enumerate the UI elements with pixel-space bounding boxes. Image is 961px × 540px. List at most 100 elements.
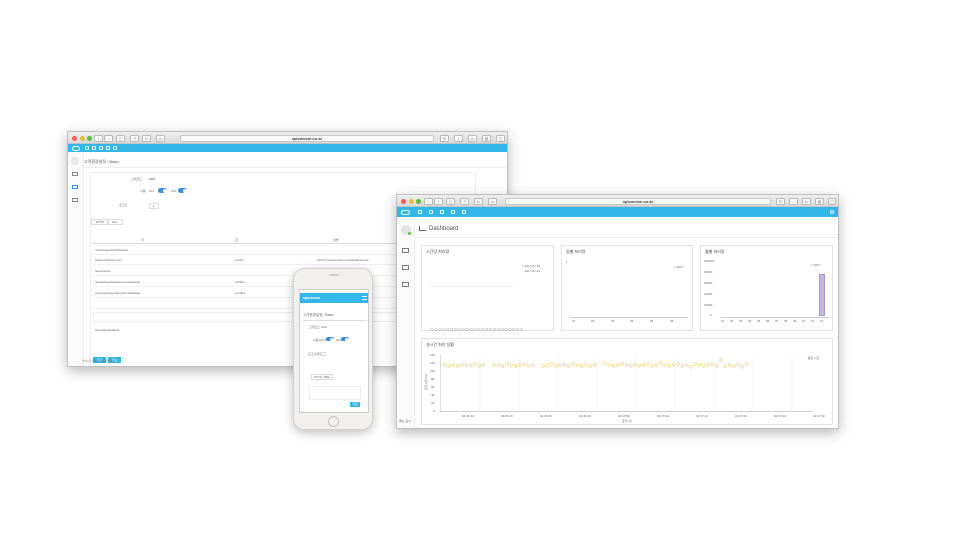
sidebar [68, 152, 84, 366]
tab-ssl[interactable]: SSL [107, 219, 123, 225]
response-point [723, 364, 727, 368]
legend-item[interactable]: ● 2017 [811, 263, 820, 267]
settings-icon[interactable] [451, 210, 455, 214]
hourly-point [446, 328, 450, 331]
maximize-window-button[interactable] [416, 198, 421, 204]
laptop-icon[interactable] [402, 282, 409, 287]
maximize-window-button[interactable] [87, 135, 92, 141]
info-icon[interactable] [440, 210, 444, 214]
y-tick-label: 40 [431, 393, 435, 397]
hourly-point [473, 328, 477, 331]
info-icon[interactable] [99, 146, 103, 150]
x-tick-label: 04 [748, 319, 752, 323]
save-button[interactable]: 저장 [350, 402, 360, 407]
response-point [659, 361, 663, 365]
lock-icon [692, 198, 701, 205]
response-point [554, 364, 558, 368]
tab-overview-icon[interactable]: ▭ [802, 197, 811, 205]
share-icon[interactable]: ↗ [130, 134, 139, 142]
list-icon[interactable] [113, 146, 117, 150]
reader-icon[interactable]: ▤ [815, 197, 824, 205]
response-point [736, 363, 740, 367]
share-icon[interactable]: ↗ [460, 197, 469, 205]
response-point [460, 363, 464, 367]
reader-icon[interactable]: ▤ [482, 134, 491, 142]
downloads-icon[interactable]: ↓ [789, 197, 798, 205]
brand-logo[interactable]: spicmeem [303, 296, 320, 300]
home-icon[interactable] [85, 146, 89, 150]
login-input[interactable]: 1 [149, 203, 159, 209]
http-toggle[interactable] [326, 337, 334, 342]
laptop-icon[interactable] [72, 198, 78, 202]
response-point [443, 363, 447, 367]
address-bar[interactable]: spicmeem.co.kr [505, 197, 771, 205]
tab-overview-icon[interactable]: ▭ [468, 134, 477, 142]
hourly-point [434, 328, 438, 331]
home-button[interactable] [328, 416, 339, 427]
close-window-button[interactable] [72, 135, 77, 141]
bookmark-icon[interactable]: ▭ [488, 197, 497, 205]
list-icon[interactable] [462, 210, 466, 214]
december-bar[interactable] [819, 274, 825, 316]
close-window-button[interactable] [401, 198, 406, 204]
address-bar[interactable]: spicmeem.co.kr [180, 134, 434, 142]
search-icon[interactable] [830, 210, 834, 214]
y-tick-label: 100 [430, 369, 436, 373]
hourly-point [516, 328, 520, 331]
legend-item[interactable]: ● 2017 [674, 265, 683, 269]
legend-item[interactable]: ● 2017-07-18 [522, 264, 540, 268]
response-point [451, 363, 456, 367]
response-point [509, 363, 513, 367]
minimize-window-button[interactable] [79, 135, 85, 141]
laptop-icon[interactable] [72, 172, 78, 176]
tabs-icon[interactable]: ▭ [142, 134, 151, 142]
y-tick-label: 100000 [704, 259, 715, 263]
cell-key: associatrasedtrate [95, 328, 120, 332]
extensions-icon[interactable]: ▢ [496, 134, 505, 142]
forward-button[interactable]: › [434, 197, 443, 205]
minimize-window-button[interactable] [408, 198, 414, 204]
sidebar-icon[interactable]: ▯ [116, 134, 125, 142]
avatar[interactable] [71, 157, 79, 165]
footer-text: 스파르타 일반 / 회원가입 관리 [82, 360, 115, 363]
cell-key: rieswprikeedaswaenrcesnarkdoca [95, 280, 141, 284]
phone-nav-icons[interactable]: ◦ ◦ ◦ ◦ [303, 305, 310, 309]
legend-item[interactable]: ○ 2017-07-19 [522, 269, 540, 273]
sidebar-icon[interactable]: ▯ [446, 197, 455, 205]
downloads-icon[interactable]: ↓ [454, 134, 463, 142]
bookmark-icon[interactable]: ▭ [156, 134, 165, 142]
user-icon[interactable] [429, 210, 433, 214]
cloud-logo-icon[interactable] [401, 209, 410, 215]
response-point [522, 362, 526, 366]
reload-icon[interactable]: ↻ [776, 197, 785, 205]
forward-button[interactable]: › [104, 134, 113, 142]
laptop-icon[interactable] [402, 265, 409, 270]
tabs-icon[interactable]: ▭ [474, 197, 483, 205]
response-point [505, 362, 509, 366]
show-menu-toggle[interactable]: 메뉴 표시 [399, 419, 411, 423]
settings-icon[interactable] [106, 146, 110, 150]
home-icon[interactable] [418, 210, 422, 214]
x-tick-label: 05 [757, 319, 761, 323]
cell-value: portfol [235, 258, 244, 262]
reload-icon[interactable]: ↻ [440, 134, 449, 142]
extensions-icon[interactable]: ▢ [828, 197, 836, 205]
response-point [496, 363, 500, 367]
response-point [740, 365, 745, 369]
back-button[interactable]: ‹ [94, 134, 103, 142]
ssl-toggle[interactable] [341, 337, 349, 342]
user-icon[interactable] [92, 146, 96, 150]
x-axis [570, 317, 688, 318]
http-toggle[interactable] [158, 188, 167, 193]
laptop-icon[interactable] [402, 248, 409, 253]
realtime-status-card: 실시간 처리 상황 ○ 응답 시간 응답시간(ms) 140 120 100 8… [421, 338, 833, 425]
back-button[interactable]: ‹ [424, 197, 433, 205]
mini-table [309, 386, 361, 400]
login-keep-input[interactable] [320, 352, 326, 356]
http-toggle-label: ON [149, 189, 154, 193]
cloud-logo-icon[interactable] [72, 145, 80, 151]
ssl-toggle[interactable] [178, 188, 187, 193]
hamburger-menu-icon[interactable] [362, 296, 367, 300]
laptop-icon-active[interactable] [72, 185, 78, 189]
tab-ssl[interactable]: SSL [321, 374, 333, 380]
